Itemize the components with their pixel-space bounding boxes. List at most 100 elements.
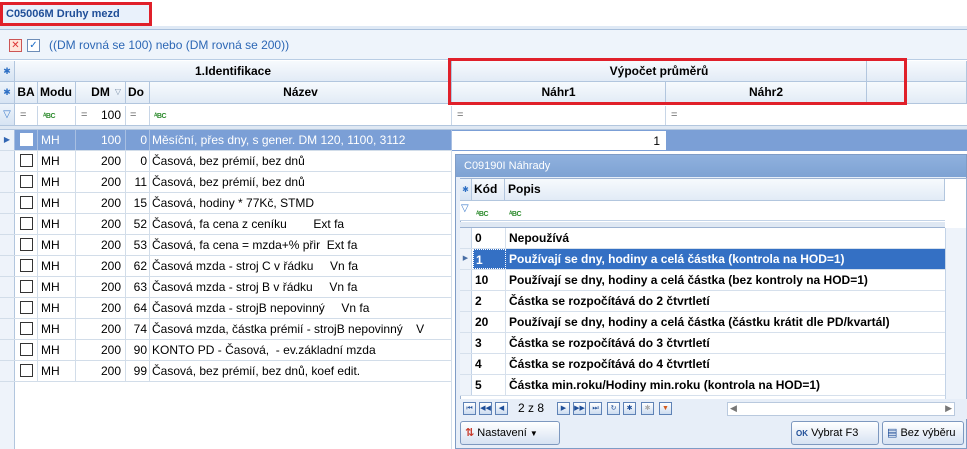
grid-empty-area — [0, 382, 452, 449]
table-row[interactable]: MH 200 99 Časová, bez prémií, bez dnů, k… — [0, 361, 452, 382]
cell-dop: 53 — [126, 235, 150, 255]
table-row[interactable]: MH 200 62 Časová mzda - stroj C v řádku … — [0, 256, 452, 277]
column-header-modul[interactable]: Modu — [38, 82, 76, 104]
popup-cell-kod: 0 — [473, 228, 506, 248]
table-row[interactable]: MH 200 64 Časová mzda - strojB nepovinný… — [0, 298, 452, 319]
prev-record-icon[interactable]: ◀ — [495, 402, 508, 415]
column-header-dm[interactable]: DM ▽ — [76, 82, 126, 104]
settings-button[interactable]: ⇅ Nastavení ▼ — [460, 421, 560, 445]
row-indicator — [0, 277, 15, 297]
list-item[interactable]: 4 Částka se rozpočítává do 4 čtvrtletí — [460, 354, 945, 375]
column-header-dop[interactable]: Do — [126, 82, 150, 104]
table-row[interactable]: ▶ MH 100 0 Měsíční, přes dny, s gener. D… — [0, 130, 452, 151]
cell-dop: 63 — [126, 277, 150, 297]
row-checkbox[interactable] — [15, 361, 38, 381]
popup-filter-row-icon: ▽ — [461, 203, 469, 214]
list-item[interactable]: ▶ 1 Používají se dny, hodiny a celá částka… — [460, 249, 945, 270]
popup-cell-popis: Používají se dny, hodiny a celá částka (… — [509, 273, 868, 287]
cell-nazev: Časová, bez prémií, bez dnů, koef edit. — [150, 361, 452, 381]
next-page-icon[interactable]: ▶▶ — [573, 402, 586, 415]
window-title-tab[interactable]: C05006M Druhy mezd — [0, 2, 152, 26]
filter-icon[interactable]: ▼ — [659, 402, 672, 415]
clear-icon[interactable]: ✱ — [641, 402, 654, 415]
row-checkbox[interactable] — [15, 151, 38, 171]
row-checkbox[interactable] — [15, 340, 38, 360]
last-page-icon[interactable]: ⏭ — [589, 402, 602, 415]
filter-field-dm[interactable]: = 100 — [78, 106, 126, 125]
filter-op-nazev[interactable]: ᴬBC — [152, 106, 452, 125]
row-checkbox[interactable] — [15, 298, 38, 318]
row-checkbox[interactable] — [15, 214, 38, 234]
filter-op-nahr2[interactable]: = — [668, 106, 867, 125]
filter-expression[interactable]: ((DM rovná se 100) nebo (DM rovná se 200… — [49, 38, 289, 52]
popup-horizontal-scrollbar[interactable]: ◀ ▶ — [727, 402, 955, 416]
filter-op-modul[interactable]: ᴬBC — [40, 106, 76, 125]
first-page-icon[interactable]: ⏮ — [463, 402, 476, 415]
clear-filter-icon[interactable]: ✕ — [9, 39, 22, 52]
row-indicator — [0, 319, 15, 339]
text-filter-icon: ᴬBC — [509, 211, 522, 218]
row-checkbox[interactable] — [15, 130, 38, 150]
cell-dm: 200 — [76, 298, 126, 318]
popup-cell-popis: Používají se dny, hodiny a celá částka (… — [506, 249, 945, 269]
row-indicator — [0, 151, 15, 171]
filter-active-checkbox[interactable]: ✓ — [27, 39, 40, 52]
list-item[interactable]: 0 Nepoužívá — [460, 228, 945, 249]
popup-filter-popis[interactable]: ᴬBC — [509, 205, 522, 219]
row-checkbox[interactable] — [15, 256, 38, 276]
column-header-ba[interactable]: BA — [15, 82, 38, 104]
filter-op-nahr1[interactable]: = — [454, 106, 666, 125]
row-checkbox[interactable] — [15, 277, 38, 297]
chevron-down-icon: ▼ — [529, 429, 538, 438]
table-row[interactable]: MH 200 53 Časová, fa cena = mzda+% přir … — [0, 235, 452, 256]
popup-cell-kod: 1 — [473, 249, 506, 269]
cell-modul: MH — [38, 298, 76, 318]
cell-modul: MH — [38, 151, 76, 171]
cell-dop: 99 — [126, 361, 150, 381]
row-checkbox[interactable] — [15, 319, 38, 339]
cell-dop: 11 — [126, 172, 150, 192]
table-row[interactable]: MH 200 0 Časová, bez prémií, bez dnů — [0, 151, 452, 172]
prev-page-icon[interactable]: ◀◀ — [479, 402, 492, 415]
popup-column-header-kod[interactable]: Kód — [472, 179, 505, 201]
table-row[interactable]: MH 200 11 Časová, bez prémií, bez dnů — [0, 172, 452, 193]
asterisk-icon[interactable]: ✱ — [623, 402, 636, 415]
filter-op-ba[interactable]: = — [17, 106, 38, 125]
next-record-icon[interactable]: ▶ — [557, 402, 570, 415]
table-row[interactable]: MH 200 74 Časová mzda, částka prémií - s… — [0, 319, 452, 340]
cell-dm: 200 — [76, 319, 126, 339]
grid-settings-icon[interactable]: ✱ — [0, 61, 15, 82]
list-item[interactable]: 5 Částka min.roku/Hodiny min.roku (kontro… — [460, 375, 945, 396]
row-checkbox[interactable] — [15, 235, 38, 255]
popup-cell-kod: 4 — [473, 354, 506, 374]
cell-nazev: Časová, fa cena z ceníku Ext fa — [150, 214, 452, 234]
refresh-icon[interactable]: ↻ — [607, 402, 620, 415]
popup-filter-kod[interactable]: ᴬBC — [476, 205, 489, 219]
table-row[interactable]: MH 200 15 Časová, hodiny * 77Kč, STMD — [0, 193, 452, 214]
list-item[interactable]: 3 Částka se rozpočítává do 3 čtvrtletí — [460, 333, 945, 354]
list-item[interactable]: 10 Používají se dny, hodiny a celá částka… — [460, 270, 945, 291]
cell-dm: 200 — [76, 214, 126, 234]
pager-position: 2 z 8 — [518, 401, 545, 415]
no-select-button[interactable]: ▤ Bez výběru — [882, 421, 964, 445]
sort-filter-icon[interactable]: ▽ — [115, 82, 121, 102]
row-indicator — [0, 235, 15, 255]
select-button[interactable]: OK Vybrat F3 — [791, 421, 879, 445]
list-item[interactable]: 20 Používají se dny, hodiny a celá částka… — [460, 312, 945, 333]
list-item[interactable]: 2 Částka se rozpočítává do 2 čtvrtletí — [460, 291, 945, 312]
column-header-nazev[interactable]: Název — [150, 82, 452, 104]
filter-op-dop[interactable]: = — [128, 106, 150, 125]
table-row[interactable]: MH 200 63 Časová mzda - stroj B v řádku … — [0, 277, 452, 298]
cell-nahr1-editor[interactable]: 1 — [452, 130, 666, 151]
popup-column-header-popis[interactable]: Popis — [505, 179, 945, 201]
annotation-highlight-box — [448, 58, 907, 105]
row-checkbox[interactable] — [15, 172, 38, 192]
popup-title: C09190I Náhrady — [456, 155, 966, 177]
popup-vertical-scrollbar[interactable] — [945, 228, 966, 399]
popup-column-chooser-icon[interactable]: ✱ — [460, 179, 472, 201]
table-row[interactable]: MH 200 90 KONTO PD - Časová, - ev.základ… — [0, 340, 452, 361]
row-checkbox[interactable] — [15, 193, 38, 213]
column-chooser-icon[interactable]: ✱ — [0, 82, 15, 104]
table-row[interactable]: MH 200 52 Časová, fa cena z ceníku Ext f… — [0, 214, 452, 235]
row-indicator — [0, 172, 15, 192]
